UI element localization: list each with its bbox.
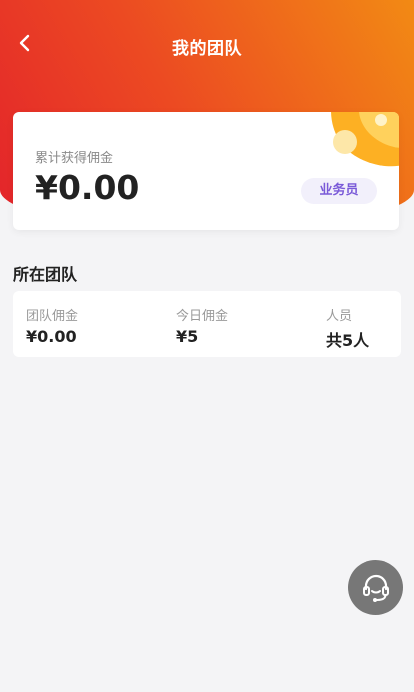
role-badge[interactable]: 业务员 <box>301 178 377 204</box>
stat-value: ¥5 <box>176 327 199 346</box>
team-stats-card: 团队佣金 ¥0.00 今日佣金 ¥5 人员 共5人 <box>13 291 401 357</box>
stat-members: 人员 共5人 <box>326 305 369 351</box>
stat-team-commission: 团队佣金 ¥0.00 <box>26 305 78 346</box>
stat-label: 人员 <box>326 309 353 324</box>
stat-value: 共5人 <box>326 331 370 350</box>
card-decoration <box>331 112 399 167</box>
total-commission-amount: ¥0.00 <box>35 168 140 207</box>
team-section-title: 所在团队 <box>13 265 78 284</box>
total-commission-label: 累计获得佣金 <box>35 151 114 166</box>
stat-value: ¥0.00 <box>26 327 77 346</box>
headset-icon <box>362 574 389 602</box>
commission-summary-card: 累计获得佣金 ¥0.00 业务员 <box>13 112 399 230</box>
customer-service-button[interactable] <box>348 560 403 615</box>
stat-label: 今日佣金 <box>176 309 229 324</box>
stat-today-commission: 今日佣金 ¥5 <box>176 305 228 346</box>
stat-label: 团队佣金 <box>26 309 79 324</box>
page-title: 我的团队 <box>172 39 242 59</box>
nav-bar: 我的团队 <box>0 22 414 70</box>
